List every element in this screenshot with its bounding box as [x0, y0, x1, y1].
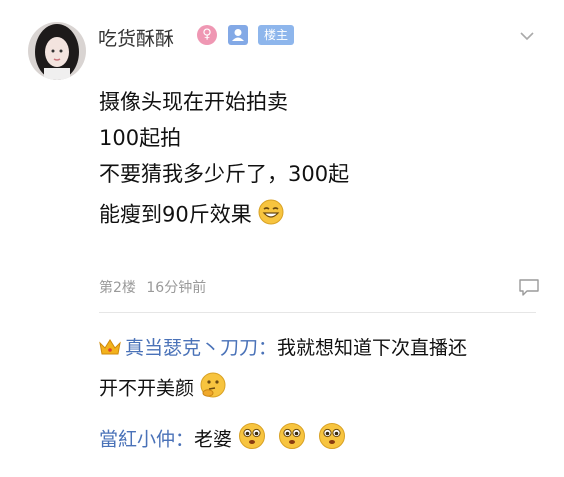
op-badge: 楼主	[258, 25, 295, 45]
reply-text: 我就想知道下次直播还	[277, 337, 468, 359]
reply-item[interactable]: 當紅小仲：老婆	[99, 422, 346, 458]
star-eyed-emoji-icon	[278, 422, 306, 458]
avatar[interactable]	[28, 22, 86, 80]
post-text-line: 100起拍	[99, 126, 182, 150]
post-text-line: 不要猜我多少斤了，300起	[99, 162, 350, 186]
female-symbol-icon: ♀	[197, 25, 217, 45]
reply-author[interactable]: 真当瑟克丶刀刀：	[125, 337, 277, 359]
reply-text: 开不开美颜	[99, 377, 195, 400]
chevron-down-icon[interactable]	[520, 26, 534, 41]
star-eyed-emoji-icon	[238, 422, 266, 458]
grinning-emoji-icon	[258, 199, 284, 232]
reply-text: 老婆	[194, 428, 233, 451]
post-text-line: 摄像头现在开始拍卖	[99, 90, 288, 114]
reply-author[interactable]: 當紅小仲：	[99, 429, 194, 451]
floor-number: 第2楼	[99, 280, 136, 296]
post-text: 能瘦到90斤效果	[99, 202, 252, 227]
crown-icon	[99, 336, 121, 364]
username[interactable]: 吃货酥酥	[98, 24, 174, 51]
thinking-emoji-icon	[200, 372, 226, 406]
comment-icon[interactable]	[518, 278, 540, 296]
reply-item-continued: 开不开美颜	[99, 372, 226, 406]
post-meta: 第2楼 16分钟前	[99, 277, 206, 297]
star-eyed-emoji-icon	[318, 422, 346, 458]
user-avatar-icon	[228, 25, 248, 45]
post-time: 16分钟前	[146, 280, 207, 296]
divider	[99, 312, 536, 313]
reply-item[interactable]: 真当瑟克丶刀刀：我就想知道下次直播还	[99, 334, 467, 364]
post-text-line-last: 能瘦到90斤效果	[99, 199, 284, 232]
